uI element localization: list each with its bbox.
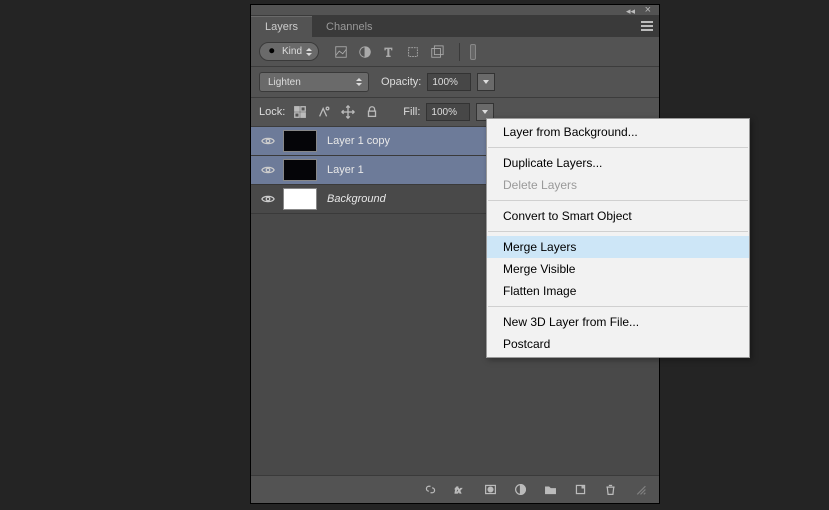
blend-row: Lighten Opacity: 100% — [251, 67, 659, 97]
layer-name-label: Background — [327, 193, 386, 205]
filter-toggle[interactable] — [470, 44, 476, 60]
visibility-eye-icon[interactable] — [259, 190, 277, 208]
context-menu-separator — [488, 306, 748, 307]
filter-type-icons: T — [333, 43, 476, 61]
ctx-merge-visible[interactable]: Merge Visible — [487, 258, 749, 280]
panel-flyout-menu-icon[interactable] — [635, 15, 659, 37]
fill-label: Fill: — [403, 106, 420, 118]
layer-thumbnail[interactable] — [283, 159, 317, 181]
layer-name-label: Layer 1 — [327, 164, 364, 176]
filter-shape-icon[interactable] — [405, 44, 421, 60]
filter-kind-label: Kind — [282, 46, 302, 57]
tab-layers[interactable]: Layers — [251, 16, 312, 37]
delete-layer-icon[interactable] — [601, 481, 619, 499]
opacity-arrow[interactable] — [477, 73, 495, 91]
filter-type-icon[interactable]: T — [381, 44, 397, 60]
layer-name-label: Layer 1 copy — [327, 135, 390, 147]
layer-context-menu: Layer from Background... Duplicate Layer… — [486, 118, 750, 358]
opacity-label: Opacity: — [381, 76, 421, 88]
lock-label: Lock: — [259, 106, 285, 118]
new-layer-icon[interactable] — [571, 481, 589, 499]
blend-mode-value: Lighten — [268, 77, 301, 88]
link-layers-icon[interactable] — [421, 481, 439, 499]
context-menu-separator — [488, 147, 748, 148]
filter-pixel-icon[interactable] — [333, 44, 349, 60]
close-panel-icon[interactable]: × — [645, 4, 651, 16]
panel-tabs: Layers Channels — [251, 15, 659, 37]
collapse-icon[interactable]: ◂◂ — [626, 6, 635, 17]
layer-filter-row: Kind T — [251, 37, 659, 66]
layer-style-icon[interactable]: fx — [451, 481, 469, 499]
ctx-flatten-image[interactable]: Flatten Image — [487, 280, 749, 302]
filter-separator — [459, 43, 460, 61]
lock-image-icon[interactable] — [315, 103, 333, 121]
ctx-new-3d-layer[interactable]: New 3D Layer from File... — [487, 311, 749, 333]
ctx-duplicate-layers[interactable]: Duplicate Layers... — [487, 152, 749, 174]
dropdown-caret-icon — [304, 46, 314, 58]
visibility-eye-icon[interactable] — [259, 132, 277, 150]
filter-kind-dropdown[interactable]: Kind — [259, 42, 319, 61]
lock-position-icon[interactable] — [339, 103, 357, 121]
context-menu-separator — [488, 231, 748, 232]
layer-mask-icon[interactable] — [481, 481, 499, 499]
ctx-convert-smart-object[interactable]: Convert to Smart Object — [487, 205, 749, 227]
blend-mode-dropdown[interactable]: Lighten — [259, 72, 369, 92]
dropdown-caret-icon — [354, 76, 364, 88]
context-menu-separator — [488, 200, 748, 201]
adjustment-layer-icon[interactable] — [511, 481, 529, 499]
resize-grip-icon[interactable] — [631, 481, 649, 499]
layers-footer: fx — [251, 475, 659, 503]
layer-thumbnail[interactable] — [283, 188, 317, 210]
lock-transparency-icon[interactable] — [291, 103, 309, 121]
svg-text:T: T — [385, 45, 393, 59]
panel-titlebar: ◂◂ × — [251, 5, 659, 15]
ctx-merge-layers[interactable]: Merge Layers — [487, 236, 749, 258]
opacity-value[interactable]: 100% — [427, 73, 471, 91]
svg-text:fx: fx — [454, 486, 461, 495]
ctx-delete-layers: Delete Layers — [487, 174, 749, 196]
layer-thumbnail[interactable] — [283, 130, 317, 152]
fill-value[interactable]: 100% — [426, 103, 470, 121]
search-icon — [268, 47, 278, 57]
ctx-postcard[interactable]: Postcard — [487, 333, 749, 355]
visibility-eye-icon[interactable] — [259, 161, 277, 179]
lock-all-icon[interactable] — [363, 103, 381, 121]
new-group-icon[interactable] — [541, 481, 559, 499]
filter-adjustment-icon[interactable] — [357, 44, 373, 60]
ctx-layer-from-background[interactable]: Layer from Background... — [487, 121, 749, 143]
tab-channels[interactable]: Channels — [312, 16, 386, 37]
filter-smartobject-icon[interactable] — [429, 44, 445, 60]
